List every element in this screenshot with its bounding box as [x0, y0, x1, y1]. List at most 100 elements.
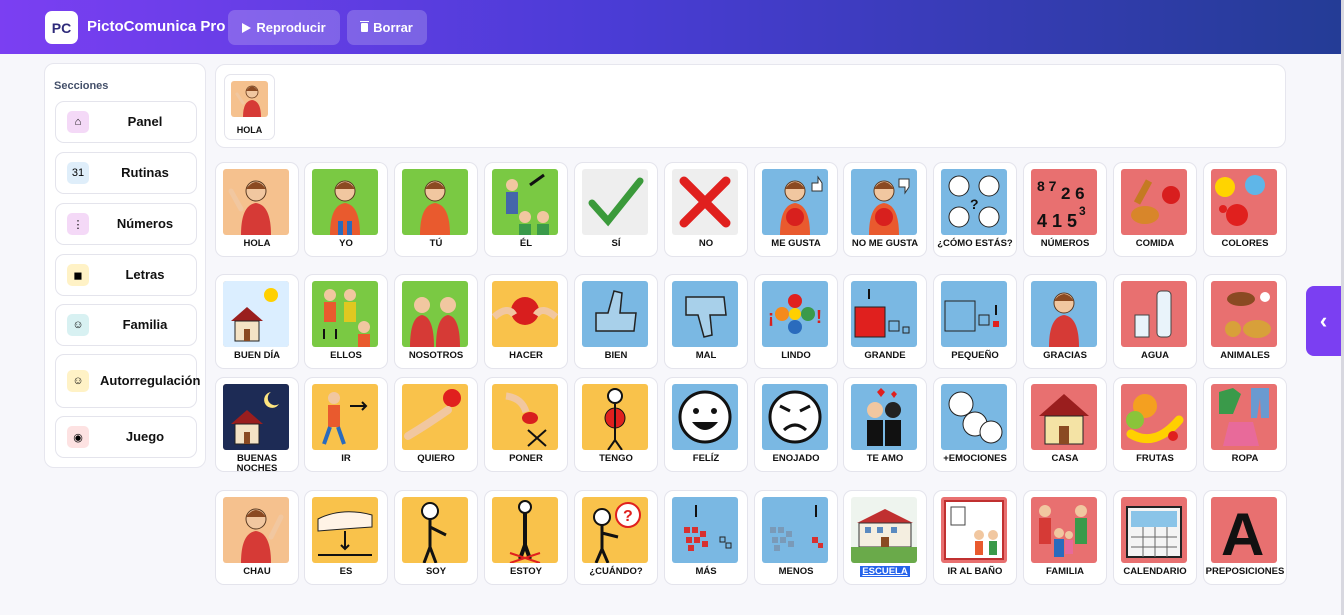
collapse-panel-button[interactable]: ‹: [1306, 286, 1341, 356]
pictogram-card[interactable]: A PREPOSICIONES: [1203, 490, 1287, 585]
pictogram-card[interactable]: PONER: [484, 377, 568, 472]
pictogram-card[interactable]: CASA: [1023, 377, 1107, 472]
pictogram-card[interactable]: IR: [304, 377, 388, 472]
pictogram-card[interactable]: COLORES: [1203, 162, 1287, 257]
pictogram-label: ¿CÓMO ESTÁS?: [937, 238, 1013, 249]
pictogram-card[interactable]: MAL: [664, 274, 748, 369]
clear-button[interactable]: Borrar: [347, 10, 427, 45]
pictogram-card[interactable]: SÍ: [574, 162, 658, 257]
person-him-icon: [492, 169, 558, 235]
pictogram-card[interactable]: HACER: [484, 274, 568, 369]
pictogram-label: ES: [339, 566, 353, 577]
pictogram-card[interactable]: MENOS: [754, 490, 838, 585]
pictogram-card[interactable]: HOLA: [215, 162, 299, 257]
pictogram-label: IR AL BAÑO: [947, 566, 1003, 577]
sidebar-item-panel[interactable]: ⌂ Panel: [55, 101, 197, 143]
pictogram-label: FAMILIA: [1046, 566, 1084, 577]
pictogram-card[interactable]: BUEN DÍA: [215, 274, 299, 369]
pictogram-label: PONER: [509, 453, 543, 464]
pictogram-label: ESCUELA: [844, 566, 926, 577]
sidebar-item-letras[interactable]: ◼ Letras: [55, 254, 197, 296]
pictogram-label: LINDO: [781, 350, 811, 361]
pictogram-card[interactable]: QUIERO: [394, 377, 478, 472]
pictogram-card[interactable]: BUENAS NOCHES: [215, 377, 299, 474]
pictogram-card[interactable]: MÁS: [664, 490, 748, 585]
sidebar-item-numeros[interactable]: ⋮ Números: [55, 203, 197, 245]
pictogram-card[interactable]: TENGO: [574, 377, 658, 472]
pictogram-card[interactable]: ÉL: [484, 162, 568, 257]
svg-text:A: A: [1221, 501, 1264, 563]
pictogram-card[interactable]: IR AL BAÑO: [933, 490, 1017, 585]
pictogram-card[interactable]: BIEN: [574, 274, 658, 369]
pictogram-card[interactable]: ELLOS: [304, 274, 388, 369]
svg-text:?: ?: [623, 508, 633, 525]
pictogram-card[interactable]: +EMOCIONES: [933, 377, 1017, 472]
person-me-icon: [312, 169, 378, 235]
sidebar-item-rutinas[interactable]: 31 Rutinas: [55, 152, 197, 194]
person-thanks-icon: [1031, 281, 1097, 347]
pictogram-label: BUENAS NOCHES: [236, 453, 278, 474]
pictogram-card[interactable]: ¡! LINDO: [754, 274, 838, 369]
clear-button-label: Borrar: [373, 20, 413, 35]
pictogram-label: AGUA: [1141, 350, 1169, 361]
pictogram-card[interactable]: ESTOY: [484, 490, 568, 585]
hands-ball-icon: [492, 281, 558, 347]
pictogram-label: NO ME GUSTA: [851, 238, 919, 249]
pictogram-card[interactable]: TE AMO: [843, 377, 927, 472]
pictogram-card[interactable]: ME GUSTA: [754, 162, 838, 257]
pictogram-card[interactable]: ES: [304, 490, 388, 585]
pictogram-card[interactable]: CHAU: [215, 490, 299, 585]
pictogram-card[interactable]: PEQUEÑO: [933, 274, 1017, 369]
pictogram-label: ESTOY: [509, 566, 543, 577]
family-icon: ☺: [67, 314, 89, 336]
pictogram-card[interactable]: GRACIAS: [1023, 274, 1107, 369]
thumb-down-icon: [672, 281, 738, 347]
house-sun-icon: [223, 281, 289, 347]
pictogram-card[interactable]: FELÍZ: [664, 377, 748, 472]
pictogram-card[interactable]: ? ¿CUÁNDO?: [574, 490, 658, 585]
pictogram-card[interactable]: AGUA: [1113, 274, 1197, 369]
pictogram-card[interactable]: GRANDE: [843, 274, 927, 369]
sidebar-item-familia[interactable]: ☺ Familia: [55, 304, 197, 346]
love-icon: [851, 384, 917, 450]
pictogram-label: CASA: [1051, 453, 1079, 464]
gamepad-icon: ◉: [67, 426, 89, 448]
sentence-card[interactable]: HOLA: [224, 74, 275, 140]
numbers-icon: 8 72 6 4 1 53: [1031, 169, 1097, 235]
pictogram-label: YO: [339, 238, 353, 249]
pictogram-label: SÍ: [611, 238, 621, 249]
pictogram-card[interactable]: ESCUELA: [843, 490, 927, 585]
pictogram-card[interactable]: NO: [664, 162, 748, 257]
pictogram-card[interactable]: COMIDA: [1113, 162, 1197, 257]
pictogram-label: TENGO: [599, 453, 633, 464]
numbers-icon: ⋮: [67, 213, 89, 235]
pictogram-card[interactable]: ANIMALES: [1203, 274, 1287, 369]
pictogram-card[interactable]: SOY: [394, 490, 478, 585]
self-regulation-icon: ☺: [67, 370, 89, 392]
hand-is-icon: [312, 497, 378, 563]
pictogram-label: ¿CUÁNDO?: [589, 566, 643, 577]
sidebar-item-autorregulacion[interactable]: ☺ Autorregulación: [55, 354, 200, 408]
pictogram-card[interactable]: ? ¿CÓMO ESTÁS?: [933, 162, 1017, 257]
fruits-icon: [1121, 384, 1187, 450]
sentence-strip: HOLA: [215, 64, 1286, 148]
app-title: PictoComunica Pro: [87, 18, 226, 35]
pictogram-card[interactable]: 8 72 6 4 1 5 3 NÚMEROS: [1023, 162, 1107, 257]
paint-splash-icon: [1211, 169, 1277, 235]
pictogram-card[interactable]: TÚ: [394, 162, 478, 257]
pictogram-label: NO: [698, 238, 714, 249]
pictogram-card[interactable]: NOSOTROS: [394, 274, 478, 369]
pictogram-card[interactable]: ROPA: [1203, 377, 1287, 472]
pictogram-card[interactable]: CALENDARIO: [1113, 490, 1197, 585]
pictogram-card[interactable]: FRUTAS: [1113, 377, 1197, 472]
play-button[interactable]: Reproducir: [228, 10, 340, 45]
pictogram-label: COLORES: [1221, 238, 1269, 249]
pictogram-card[interactable]: YO: [304, 162, 388, 257]
sidebar-item-juego[interactable]: ◉ Juego: [55, 416, 197, 458]
less-icon: [762, 497, 828, 563]
pictogram-card[interactable]: NO ME GUSTA: [843, 162, 927, 257]
house-icon: ⌂: [67, 111, 89, 133]
person-standing-icon: [492, 497, 558, 563]
pictogram-card[interactable]: FAMILIA: [1023, 490, 1107, 585]
pictogram-card[interactable]: ENOJADO: [754, 377, 838, 472]
